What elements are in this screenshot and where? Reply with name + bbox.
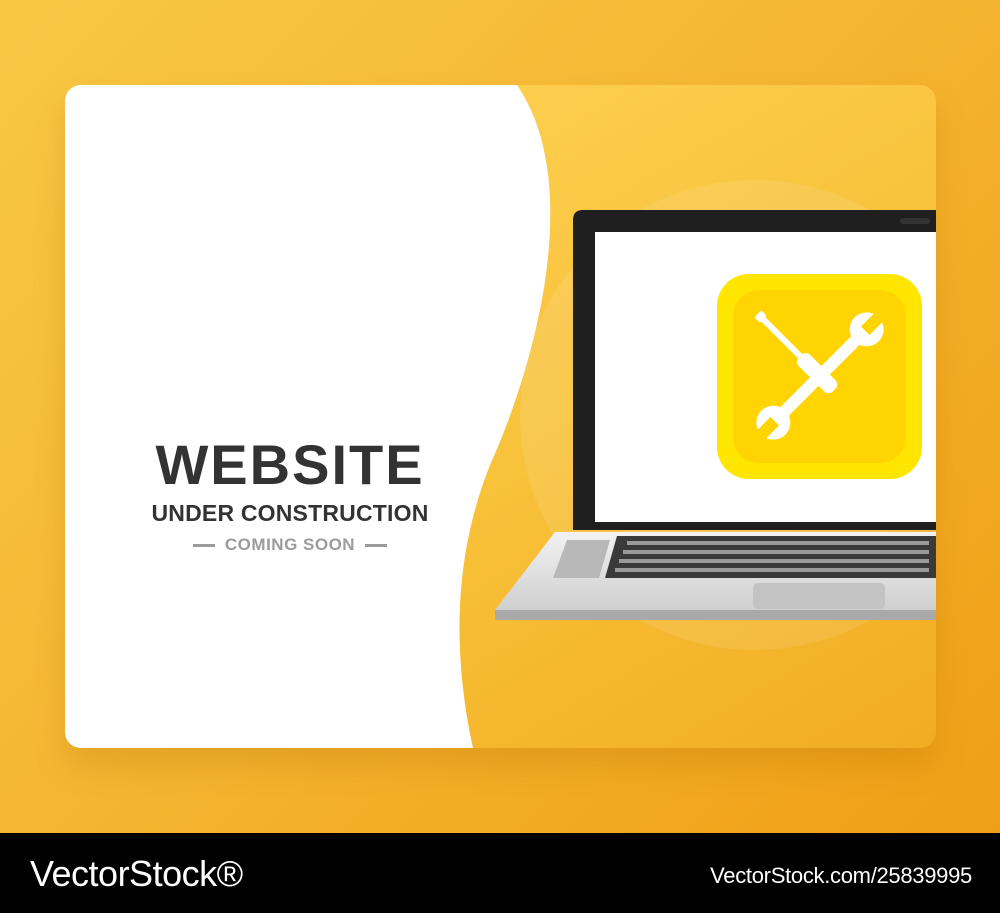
- page-title: WEBSITE: [155, 433, 425, 496]
- right-dash: [365, 543, 388, 547]
- coming-soon-tagline: COMING SOON: [65, 535, 515, 555]
- watermark-bar: VectorStock® VectorStock.com/25839995: [0, 833, 1000, 913]
- page-subtitle: UNDER CONSTRUCTION: [151, 500, 429, 526]
- headline-block: WEBSITE UNDER CONSTRUCTION COMING SOON: [65, 435, 515, 555]
- screwdriver-wrench-icon: [717, 274, 922, 479]
- image-id: VectorStock.com/25839995: [710, 863, 972, 888]
- brand-logo: VectorStock®: [30, 853, 243, 894]
- left-dash: [192, 543, 215, 547]
- laptop-icon: [495, 210, 936, 620]
- coming-soon-text: COMING SOON: [224, 535, 356, 554]
